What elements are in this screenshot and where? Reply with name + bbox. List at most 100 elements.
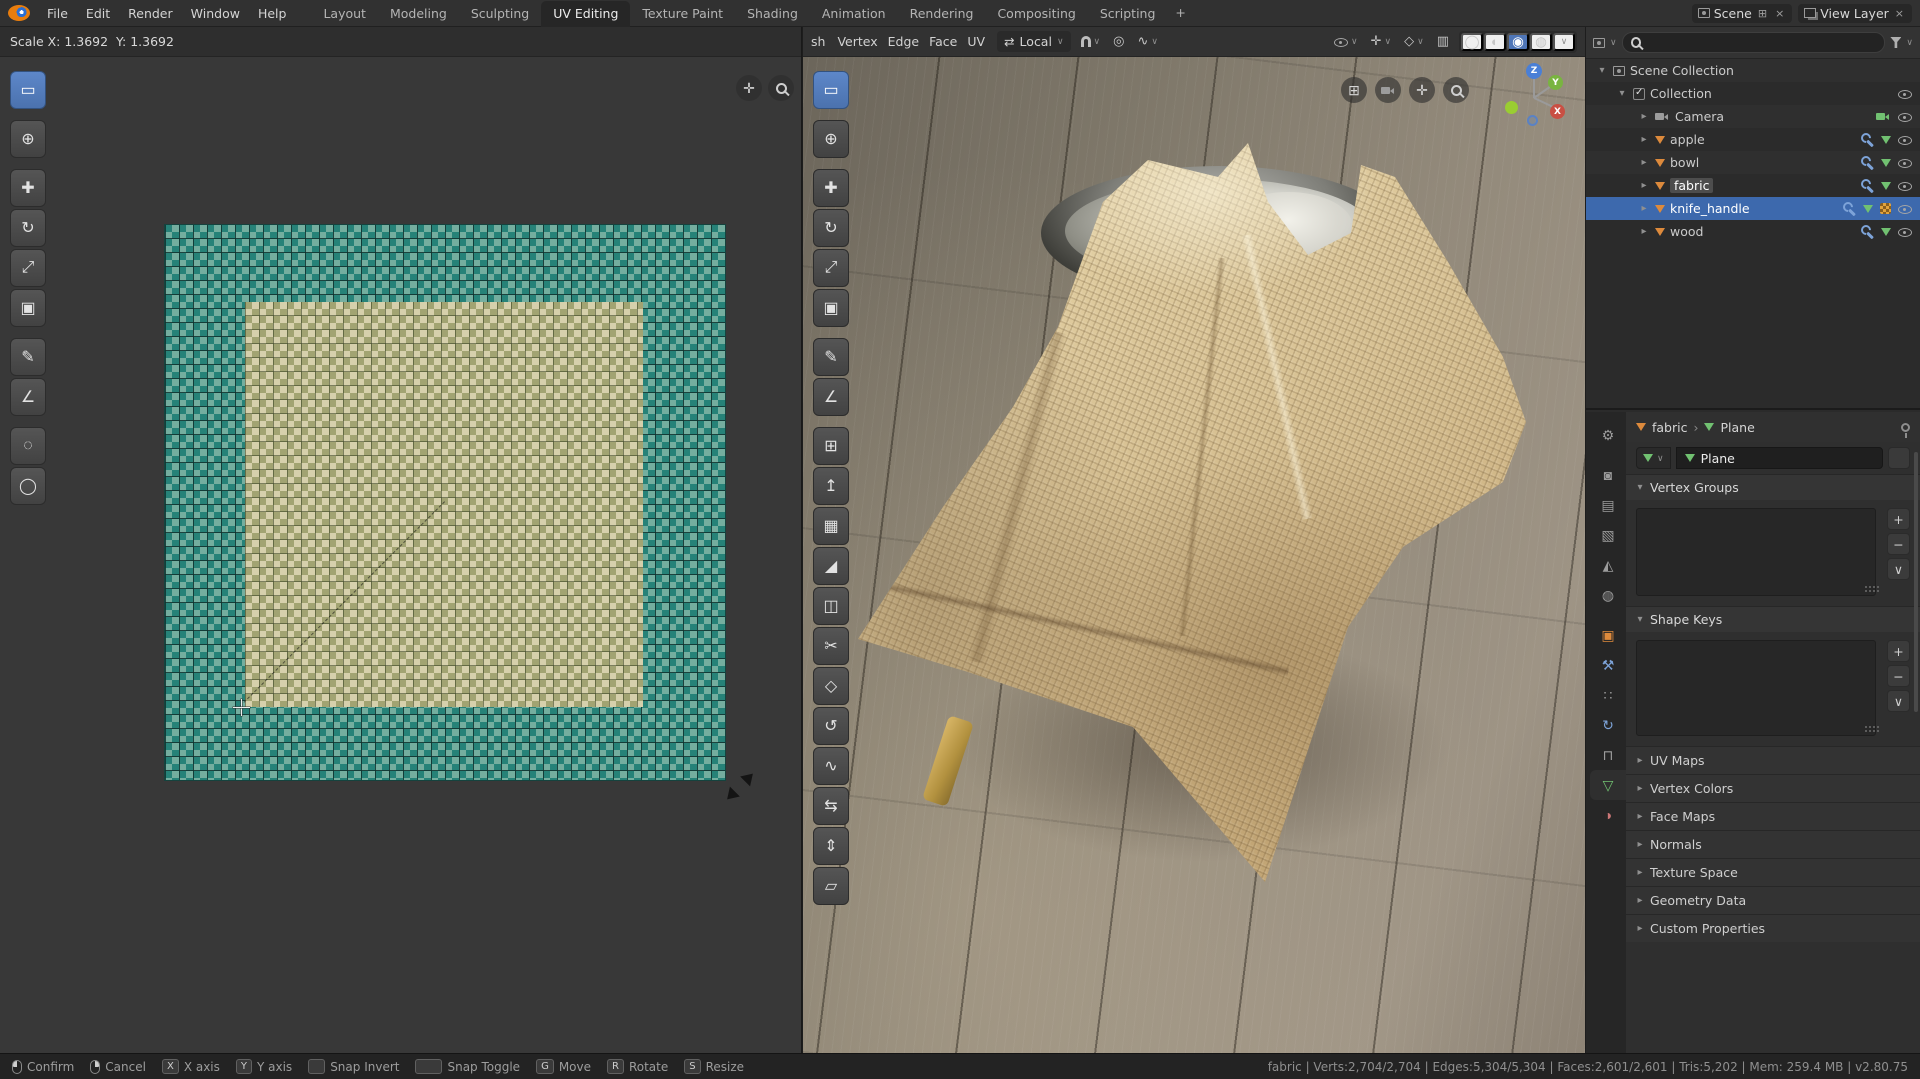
zoom-view-button[interactable] bbox=[1443, 77, 1469, 103]
properties-tab-object-data[interactable]: ▽ bbox=[1590, 770, 1626, 800]
viewport-3d[interactable]: sh Vertex Edge Face UV ⇄ Local ∨ ∨ ◎ ∿ ∨ ∨ ✛… bbox=[803, 27, 1585, 1053]
blender-logo-icon[interactable] bbox=[8, 5, 30, 21]
uv-tool-move[interactable]: ✚ bbox=[10, 169, 46, 207]
resize-grip-icon[interactable] bbox=[1865, 586, 1867, 588]
visibility-eye-icon[interactable] bbox=[1898, 133, 1912, 146]
gizmo-y-axis[interactable]: Y bbox=[1548, 75, 1563, 90]
vp-tool-move[interactable]: ✚ bbox=[813, 169, 849, 207]
pan-view-button[interactable]: ✛ bbox=[1409, 77, 1435, 103]
shape-keys-list[interactable] bbox=[1636, 640, 1876, 736]
uv-tool-scale[interactable]: ⤢ bbox=[10, 249, 46, 287]
snap-toggle-button[interactable]: ∨ bbox=[1078, 34, 1104, 49]
uv-tool-rotate[interactable]: ↻ bbox=[10, 209, 46, 247]
disclosure-icon[interactable]: ▸ bbox=[1638, 180, 1650, 191]
properties-tab-constraints[interactable]: ⊓ bbox=[1590, 740, 1626, 770]
vp-tool-knife[interactable]: ✂ bbox=[813, 627, 849, 665]
remove-view-layer-button[interactable]: × bbox=[1893, 7, 1906, 20]
pin-icon[interactable] bbox=[1901, 422, 1910, 438]
vp-tool-measure[interactable]: ∠ bbox=[813, 378, 849, 416]
properties-tab-modifiers[interactable]: ⚒ bbox=[1590, 650, 1626, 680]
disclosure-icon[interactable]: ▾ bbox=[1596, 65, 1608, 76]
uv-selected-region[interactable] bbox=[245, 302, 643, 707]
workspace-tab[interactable]: Scripting bbox=[1088, 1, 1168, 27]
display-mode-dropdown[interactable]: ∨ bbox=[1610, 38, 1617, 48]
outliner-row-knife-handle[interactable]: ▸ knife_handle bbox=[1586, 197, 1920, 220]
panel[interactable]: ▸ Normals bbox=[1626, 830, 1920, 858]
vp-tool-edge-slide[interactable]: ⇆ bbox=[813, 787, 849, 825]
properties-tab-particles[interactable]: ∷ bbox=[1590, 680, 1626, 710]
properties-tab-object[interactable]: ▣ bbox=[1590, 620, 1626, 650]
viewport-menu[interactable]: Vertex bbox=[832, 32, 882, 51]
shape-key-specials-button[interactable]: ∨ bbox=[1887, 690, 1910, 712]
visibility-eye-icon[interactable] bbox=[1898, 156, 1912, 169]
viewport-menu[interactable]: UV bbox=[962, 32, 990, 51]
toggle-perspective-button[interactable]: ⊞ bbox=[1341, 77, 1367, 103]
properties-tab-scene[interactable]: ◭ bbox=[1590, 550, 1626, 580]
view-layer-selector[interactable]: View Layer × bbox=[1798, 3, 1912, 23]
filter-dropdown[interactable]: ∨ bbox=[1906, 38, 1913, 48]
outliner-search[interactable] bbox=[1621, 32, 1886, 53]
uv-tool-cursor[interactable]: ⊕ bbox=[10, 120, 46, 158]
vp-tool-rotate[interactable]: ↻ bbox=[813, 209, 849, 247]
vp-tool-annotate[interactable]: ✎ bbox=[813, 338, 849, 376]
workspace-tab[interactable]: Rendering bbox=[898, 1, 986, 27]
vp-tool-add-cube[interactable]: ⊞ bbox=[813, 427, 849, 465]
visibility-eye-icon[interactable] bbox=[1898, 202, 1912, 215]
breadcrumb-object[interactable]: fabric bbox=[1652, 420, 1687, 435]
menu[interactable]: File bbox=[38, 3, 77, 24]
panel[interactable]: ▸ Face Maps bbox=[1626, 802, 1920, 830]
vp-tool-inset-faces[interactable]: ▦ bbox=[813, 507, 849, 545]
gizmo-x-axis[interactable]: X bbox=[1550, 104, 1565, 119]
visibility-dropdown[interactable]: ∨ bbox=[1331, 33, 1361, 50]
vp-tool-loop-cut[interactable]: ◫ bbox=[813, 587, 849, 625]
navigation-gizmo[interactable]: Z Y X bbox=[1501, 63, 1567, 129]
properties-scrollbar[interactable] bbox=[1914, 452, 1918, 712]
datablock-extra-button[interactable] bbox=[1888, 447, 1910, 469]
visibility-eye-icon[interactable] bbox=[1898, 110, 1912, 123]
outliner-row-apple[interactable]: ▸ apple bbox=[1586, 128, 1920, 151]
outliner-row-wood[interactable]: ▸ wood bbox=[1586, 220, 1920, 243]
properties-tab-output[interactable]: ▤ bbox=[1590, 490, 1626, 520]
shading-options-dropdown[interactable]: ∨ bbox=[1553, 32, 1575, 51]
remove-shape-key-button[interactable]: − bbox=[1887, 665, 1910, 687]
panel[interactable]: ▸ Geometry Data bbox=[1626, 886, 1920, 914]
uv-tool-grab[interactable]: ◌ bbox=[10, 427, 46, 465]
show-gizmos-dropdown[interactable]: ✛ ∨ bbox=[1368, 32, 1395, 51]
transform-orientation-dropdown[interactable]: ⇄ Local ∨ bbox=[997, 31, 1071, 52]
vertex-group-specials-button[interactable]: ∨ bbox=[1887, 558, 1910, 580]
panel-header-vertex-groups[interactable]: ▾ Vertex Groups bbox=[1626, 474, 1920, 500]
properties-tab-tool[interactable]: ⚙ bbox=[1590, 420, 1626, 450]
mesh-datablock-selector[interactable]: ∨ bbox=[1636, 447, 1671, 469]
vp-tool-bevel[interactable]: ◢ bbox=[813, 547, 849, 585]
gizmo-neg-z-axis[interactable] bbox=[1527, 115, 1538, 126]
outliner-row-camera[interactable]: ▸ Camera bbox=[1586, 105, 1920, 128]
disclosure-icon[interactable]: ▸ bbox=[1638, 226, 1650, 237]
outliner-row-bowl[interactable]: ▸ bowl bbox=[1586, 151, 1920, 174]
vp-tool-shrink-fatten[interactable]: ⇕ bbox=[813, 827, 849, 865]
disclosure-icon[interactable]: ▾ bbox=[1616, 88, 1628, 99]
viewport-render[interactable] bbox=[803, 27, 1585, 1053]
proportional-falloff-dropdown[interactable]: ∿ ∨ bbox=[1134, 32, 1161, 51]
disclosure-icon[interactable]: ▸ bbox=[1638, 134, 1650, 145]
disclosure-icon[interactable]: ▸ bbox=[1638, 111, 1650, 122]
outliner-row-collection[interactable]: ▾ Collection bbox=[1586, 82, 1920, 105]
vp-tool-transform[interactable]: ▣ bbox=[813, 289, 849, 327]
add-vertex-group-button[interactable]: + bbox=[1887, 508, 1910, 530]
vp-tool-cursor[interactable]: ⊕ bbox=[813, 120, 849, 158]
zoom-view-button[interactable] bbox=[768, 75, 794, 101]
visibility-eye-icon[interactable] bbox=[1898, 225, 1912, 238]
uv-2d-cursor[interactable] bbox=[233, 699, 250, 716]
disclosure-icon[interactable]: ▸ bbox=[1638, 203, 1650, 214]
vertex-groups-list[interactable] bbox=[1636, 508, 1876, 596]
workspace-tab[interactable]: Texture Paint bbox=[630, 1, 735, 27]
shading-solid-button[interactable]: ◐ bbox=[1484, 32, 1506, 51]
disclosure-icon[interactable]: ▸ bbox=[1638, 157, 1650, 168]
vp-tool-scale[interactable]: ⤢ bbox=[813, 249, 849, 287]
add-shape-key-button[interactable]: + bbox=[1887, 640, 1910, 662]
vp-tool-extrude-region[interactable]: ↥ bbox=[813, 467, 849, 505]
uv-tool-measure[interactable]: ∠ bbox=[10, 378, 46, 416]
uv-tool-transform[interactable]: ▣ bbox=[10, 289, 46, 327]
panel[interactable]: ▸ Vertex Colors bbox=[1626, 774, 1920, 802]
xray-toggle-button[interactable]: ▥ bbox=[1434, 32, 1452, 51]
gizmo-z-axis[interactable]: Z bbox=[1526, 63, 1542, 79]
